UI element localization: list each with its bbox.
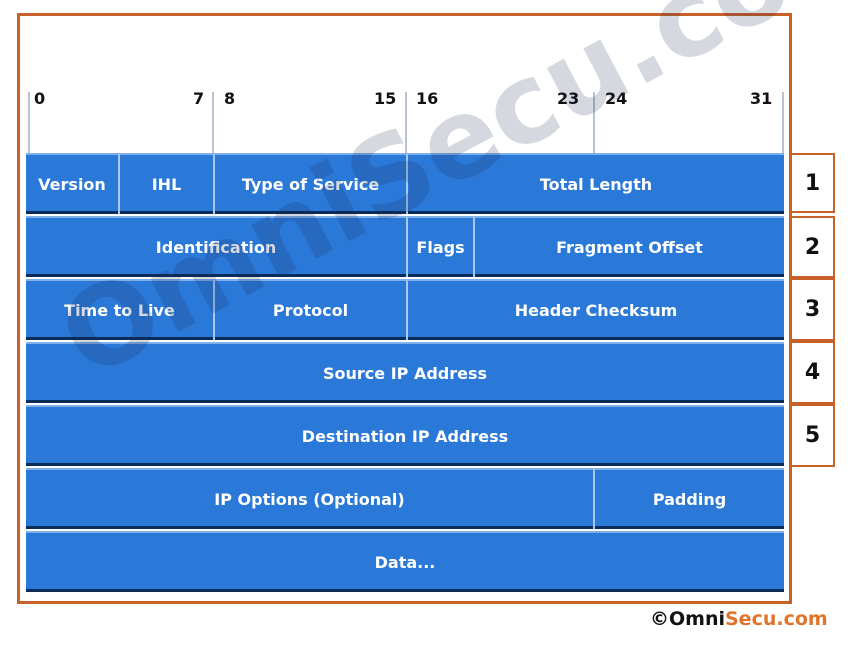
bit-label-16: 16 [416,89,439,108]
field-flags: Flags [406,216,473,277]
copyright-symbol: © [650,608,669,630]
field-ihl: IHL [118,153,213,214]
copyright-logo: ©OmniSecu.com [650,608,828,630]
bit-label-7: 7 [193,89,205,108]
row-number-2: 2 [792,216,835,278]
field-source-ip: Source IP Address [26,342,784,403]
field-time-to-live: Time to Live [26,279,213,340]
bit-tick [405,92,407,153]
bit-label-8: 8 [224,89,236,108]
field-padding: Padding [593,468,784,529]
field-type-of-service: Type of Service [213,153,406,214]
field-fragment-offset: Fragment Offset [473,216,784,277]
bit-tick [28,92,30,153]
bit-label-24: 24 [605,89,628,108]
field-ip-options: IP Options (Optional) [26,468,593,529]
field-identification: Identification [26,216,406,277]
field-header-checksum: Header Checksum [406,279,784,340]
field-destination-ip: Destination IP Address [26,405,784,466]
brand-secu: Secu.com [725,608,828,630]
row-number-3: 3 [792,278,835,341]
field-total-length: Total Length [406,153,784,214]
field-version: Version [26,153,118,214]
bit-tick [212,92,214,153]
bit-label-15: 15 [374,89,397,108]
bit-tick [782,92,784,153]
bit-label-0: 0 [34,89,46,108]
field-data: Data... [26,531,784,592]
row-number-1: 1 [792,153,835,213]
brand-omni: Omni [669,608,725,630]
bit-tick [593,92,595,153]
field-protocol: Protocol [213,279,406,340]
row-number-4: 4 [792,341,835,404]
bit-label-31: 31 [750,89,773,108]
bit-label-23: 23 [557,89,580,108]
row-number-5: 5 [792,404,835,467]
